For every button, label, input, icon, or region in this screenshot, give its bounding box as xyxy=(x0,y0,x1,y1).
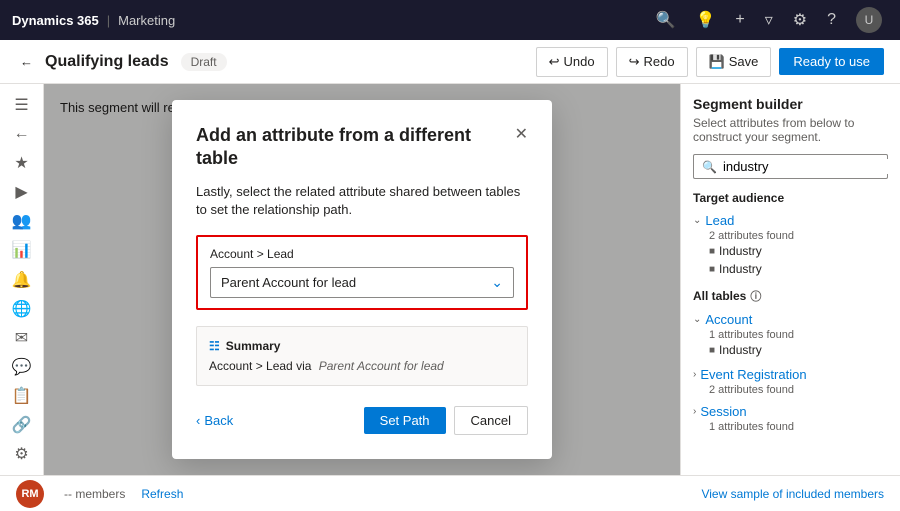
status-bar: RM -- members Refresh View sample of inc… xyxy=(0,475,900,511)
cancel-button[interactable]: Cancel xyxy=(454,406,528,435)
save-button[interactable]: 💾 Save xyxy=(696,47,772,77)
relationship-box: Account > Lead Parent Account for lead ⌄ xyxy=(196,235,528,310)
panel-title: Segment builder xyxy=(693,96,888,112)
dropdown-chevron-icon: ⌄ xyxy=(491,274,503,291)
lightbulb-icon[interactable]: 💡 xyxy=(695,10,715,30)
sidebar-star-icon[interactable]: ★ xyxy=(4,150,40,175)
view-sample-link[interactable]: View sample of included members xyxy=(701,487,884,501)
search-icon: 🔍 xyxy=(702,160,717,174)
target-audience-label: Target audience xyxy=(693,191,888,205)
lead-chevron-icon: ⌄ xyxy=(693,215,701,226)
modal-description: Lastly, select the related attribute sha… xyxy=(196,183,528,219)
session-header[interactable]: › Session xyxy=(693,402,888,421)
redo-button[interactable]: ↪ Redo xyxy=(616,47,688,77)
lead-industry-item-2[interactable]: ■ Industry xyxy=(693,260,888,278)
module-name: Marketing xyxy=(118,13,175,28)
main-content: This segment will return a list of the t… xyxy=(44,84,680,475)
event-count: 2 attributes found xyxy=(693,384,888,396)
draft-badge: Draft xyxy=(181,53,227,71)
summary-header: ☷ Summary xyxy=(209,339,515,353)
summary-icon: ☷ xyxy=(209,339,220,353)
all-tables-label: All tables ⓘ xyxy=(693,288,888,304)
avatar: RM xyxy=(16,480,44,508)
attribute-icon: ■ xyxy=(709,246,715,257)
redo-icon: ↪ xyxy=(629,54,640,70)
account-section-header[interactable]: ⌄ Account xyxy=(693,310,888,329)
sidebar-bell-icon[interactable]: 🔔 xyxy=(4,267,40,292)
search-box[interactable]: 🔍 ✕ xyxy=(693,154,888,179)
second-bar: ← Qualifying leads Draft ↩ Undo ↪ Redo 💾… xyxy=(0,40,900,84)
summary-box: ☷ Summary Account > Lead via Parent Acco… xyxy=(196,326,528,386)
back-chevron-icon: ‹ xyxy=(196,413,200,428)
undo-icon: ↩ xyxy=(549,54,560,70)
lead-industry-item-1[interactable]: ■ Industry xyxy=(693,242,888,260)
panel-desc: Select attributes from below to construc… xyxy=(693,116,888,144)
plus-icon[interactable]: + xyxy=(735,11,744,29)
account-count: 1 attributes found xyxy=(693,329,888,341)
left-sidebar: ☰ ← ★ ▶ 👥 📊 🔔 🌐 ✉ 💬 📋 🔗 ⚙ xyxy=(0,84,44,475)
relationship-path-label: Account > Lead xyxy=(210,247,514,261)
top-nav: Dynamics 365 | Marketing 🔍 💡 + ▿ ⚙ ? U xyxy=(0,0,900,40)
sidebar-play-icon[interactable]: ▶ xyxy=(4,179,40,204)
lead-count: 2 attributes found xyxy=(693,230,888,242)
members-count: -- members xyxy=(64,487,125,501)
sidebar-people-icon[interactable]: 👥 xyxy=(4,209,40,234)
user-icon[interactable]: U xyxy=(856,7,882,33)
account-section: ⌄ Account 1 attributes found ■ Industry xyxy=(693,310,888,359)
session-count: 1 attributes found xyxy=(693,421,888,433)
lead-section-header[interactable]: ⌄ Lead xyxy=(693,211,888,230)
summary-text: Account > Lead via Parent Account for le… xyxy=(209,359,515,373)
relationship-dropdown[interactable]: Parent Account for lead ⌄ xyxy=(210,267,514,298)
summary-title: Summary xyxy=(226,339,281,353)
search-icon[interactable]: 🔍 xyxy=(656,10,676,30)
modal-close-button[interactable]: ✕ xyxy=(515,124,528,144)
session-chevron-icon: › xyxy=(693,406,696,417)
save-icon: 💾 xyxy=(709,54,725,70)
filter-icon[interactable]: ▿ xyxy=(765,10,773,30)
sidebar-link-icon[interactable]: 🔗 xyxy=(4,413,40,438)
event-registration-section: › Event Registration 2 attributes found xyxy=(693,365,888,396)
sidebar-mail-icon[interactable]: ✉ xyxy=(4,325,40,350)
sidebar-list-icon[interactable]: 📋 xyxy=(4,384,40,409)
right-panel: Segment builder Select attributes from b… xyxy=(680,84,900,475)
sidebar-back[interactable]: ← xyxy=(4,121,40,146)
main-layout: ☰ ← ★ ▶ 👥 📊 🔔 🌐 ✉ 💬 📋 🔗 ⚙ This segment w… xyxy=(0,84,900,475)
account-label: Account xyxy=(705,312,752,327)
modal-dialog: Add an attribute from a different table … xyxy=(172,100,552,459)
event-registration-header[interactable]: › Event Registration xyxy=(693,365,888,384)
modal-title: Add an attribute from a different table xyxy=(196,124,515,171)
refresh-link[interactable]: Refresh xyxy=(141,487,183,501)
sidebar-gear-icon[interactable]: ⚙ xyxy=(4,442,40,467)
search-input[interactable] xyxy=(723,159,899,174)
session-section: › Session 1 attributes found xyxy=(693,402,888,433)
sidebar-chart-icon[interactable]: 📊 xyxy=(4,238,40,263)
nav-divider: | xyxy=(107,13,110,28)
undo-button[interactable]: ↩ Undo xyxy=(536,47,608,77)
back-nav-icon[interactable]: ← xyxy=(16,50,37,73)
session-label: Session xyxy=(700,404,746,419)
help-icon[interactable]: ? xyxy=(827,11,836,29)
set-path-button[interactable]: Set Path xyxy=(364,407,446,434)
account-industry-item[interactable]: ■ Industry xyxy=(693,341,888,359)
settings-icon[interactable]: ⚙ xyxy=(793,10,807,30)
attribute-icon: ■ xyxy=(709,345,715,356)
back-button[interactable]: ‹ Back xyxy=(196,413,233,428)
ready-button[interactable]: Ready to use xyxy=(779,48,884,75)
sidebar-chat-icon[interactable]: 💬 xyxy=(4,354,40,379)
lead-label: Lead xyxy=(705,213,734,228)
event-label: Event Registration xyxy=(700,367,806,382)
modal-overlay: Add an attribute from a different table … xyxy=(44,84,680,475)
dropdown-value: Parent Account for lead xyxy=(221,275,356,290)
modal-header: Add an attribute from a different table … xyxy=(196,124,528,171)
sidebar-globe-icon[interactable]: 🌐 xyxy=(4,296,40,321)
event-chevron-icon: › xyxy=(693,369,696,380)
info-icon: ⓘ xyxy=(750,288,761,304)
brand-name: Dynamics 365 xyxy=(12,13,99,28)
page-title: Qualifying leads xyxy=(45,53,169,71)
account-chevron-icon: ⌄ xyxy=(693,314,701,325)
modal-footer: ‹ Back Set Path Cancel xyxy=(196,406,528,435)
sidebar-hamburger[interactable]: ☰ xyxy=(4,92,40,117)
lead-section: ⌄ Lead 2 attributes found ■ Industry ■ I… xyxy=(693,211,888,278)
attribute-icon: ■ xyxy=(709,264,715,275)
